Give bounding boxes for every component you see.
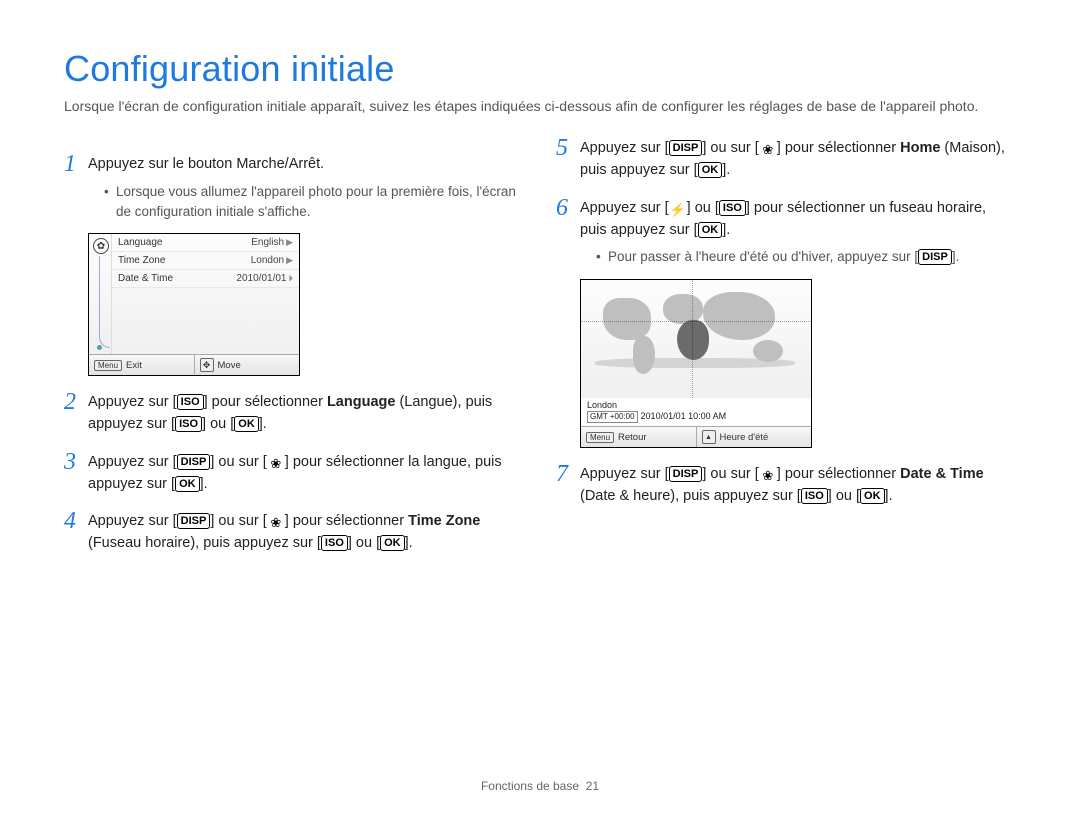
disp-button-icon: DISP [918,249,952,265]
crosshair-horizontal [581,321,811,322]
macro-down-icon: ❀ [759,143,777,157]
row-label: Language [118,237,163,248]
iso-button-icon: ISO [719,200,746,216]
step-number: 5 [556,136,580,160]
step-text: Appuyez sur [DISP] ou sur [❀] pour sélec… [580,138,1016,182]
step-text: Appuyez sur [DISP] ou sur [❀] pour sélec… [580,464,1016,508]
right-column: 5 Appuyez sur [DISP] ou sur [❀] pour sél… [556,138,1016,557]
footer-page-number: 21 [586,779,599,793]
macro-down-icon: ❀ [267,516,285,530]
step-number: 6 [556,196,580,220]
step-number: 7 [556,462,580,486]
timezone-screen: London GMT +00:002010/01/01 10:00 AM Men… [580,279,812,448]
menu-label: Menu [586,432,614,443]
iso-button-icon: ISO [175,416,202,432]
disp-button-icon: DISP [177,454,211,470]
dpad-icon [200,358,214,372]
flash-left-icon: ⚡ [669,203,687,217]
list-item: Date & Time 2010/01/01⏵ [112,270,299,288]
list-item: Language English▶ [112,234,299,252]
ok-button-icon: OK [860,488,885,504]
step-1: 1 Appuyez sur le bouton Marche/Arrêt. [64,154,524,176]
step-number: 4 [64,509,88,533]
row-value: 2010/01/01 [236,273,286,284]
step-6: 6 Appuyez sur [⚡] ou [ISO] pour sélectio… [556,198,1016,242]
city-label: London [587,400,805,411]
list-item: Time Zone London▶ [112,252,299,270]
macro-down-icon: ❀ [267,457,285,471]
step-number: 3 [64,450,88,474]
iso-button-icon: ISO [801,488,828,504]
selected-region [677,320,709,360]
step-4: 4 Appuyez sur [DISP] ou sur [❀] pour sél… [64,511,524,555]
row-label: Date & Time [118,273,173,284]
ok-button-icon: OK [380,535,405,551]
macro-down-icon: ❀ [759,469,777,483]
footer-right: Heure d'été [696,427,812,447]
step-text: Appuyez sur le bouton Marche/Arrêt. [88,154,524,176]
step-3: 3 Appuyez sur [DISP] ou sur [❀] pour sél… [64,452,524,496]
page-footer: Fonctions de base 21 [0,779,1080,793]
page-title: Configuration initiale [64,48,1016,90]
footer-left: Menu Exit [89,355,194,375]
step-text: Appuyez sur [DISP] ou sur [❀] pour sélec… [88,452,524,496]
footer-right-text: Move [218,360,241,371]
screen-sidebar: ✿ [89,234,112,354]
decorative-curve [99,256,110,348]
footer-left: Menu Retour [581,427,696,447]
ok-button-icon: OK [175,476,200,492]
left-column: 1 Appuyez sur le bouton Marche/Arrêt. Lo… [64,138,524,557]
step-5: 5 Appuyez sur [DISP] ou sur [❀] pour sél… [556,138,1016,182]
datetime-label: 2010/01/01 10:00 AM [641,411,727,421]
gmt-box: GMT +00:00 [587,411,638,423]
chevron-double-right-icon: ⏵ [288,273,293,283]
iso-button-icon: ISO [177,394,204,410]
disp-button-icon: DISP [177,513,211,529]
ok-button-icon: OK [234,416,259,432]
step-6-sub: Pour passer à l'heure d'été ou d'hiver, … [596,247,1016,267]
step-text: Appuyez sur [⚡] ou [ISO] pour sélectionn… [580,198,1016,242]
step-number: 1 [64,152,88,176]
step-text: Appuyez sur [DISP] ou sur [❀] pour sélec… [88,511,524,555]
footer-left-text: Retour [618,432,647,443]
gear-icon: ✿ [93,238,109,254]
up-icon [702,430,716,444]
crosshair-vertical [692,280,693,398]
ok-button-icon: OK [698,222,723,238]
ok-button-icon: OK [698,162,723,178]
world-map [581,280,811,398]
footer-section: Fonctions de base [481,779,579,793]
step-7: 7 Appuyez sur [DISP] ou sur [❀] pour sél… [556,464,1016,508]
timezone-info: London GMT +00:002010/01/01 10:00 AM [581,398,811,426]
row-value: London [251,255,284,266]
iso-button-icon: ISO [321,535,348,551]
step-2: 2 Appuyez sur [ISO] pour sélectionner La… [64,392,524,436]
row-value: English [251,237,284,248]
menu-label: Menu [94,360,122,371]
disp-button-icon: DISP [669,140,703,156]
step-1-sub: Lorsque vous allumez l'appareil photo po… [104,182,524,221]
footer-left-text: Exit [126,360,142,371]
row-label: Time Zone [118,255,165,266]
chevron-right-icon: ▶ [286,255,293,265]
chevron-right-icon: ▶ [286,237,293,247]
step-text: Appuyez sur [ISO] pour sélectionner Lang… [88,392,524,436]
intro-text: Lorsque l'écran de configuration initial… [64,96,1016,116]
settings-screen: ✿ Language English▶ Time Zone London▶ Da… [88,233,300,376]
footer-right: Move [194,355,300,375]
disp-button-icon: DISP [669,466,703,482]
settings-list: Language English▶ Time Zone London▶ Date… [112,234,299,354]
footer-right-text: Heure d'été [720,432,769,443]
step-number: 2 [64,390,88,414]
